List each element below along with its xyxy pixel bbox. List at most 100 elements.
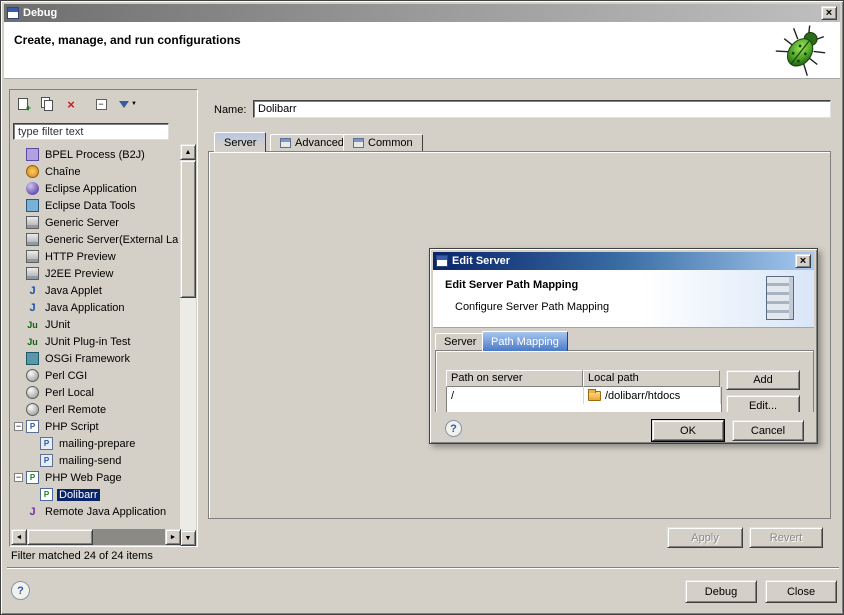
apply-button[interactable]: Apply	[667, 527, 743, 548]
junit-icon: Ju	[26, 318, 39, 331]
tree-item-label: Eclipse Application	[43, 183, 139, 195]
tree-item-label: HTTP Preview	[43, 251, 118, 263]
edit-server-heading: Edit Server Path Mapping	[445, 279, 578, 291]
window-close-button[interactable]: ×	[821, 6, 837, 20]
tree-item-label: JUnit	[43, 319, 72, 331]
revert-button[interactable]: Revert	[749, 527, 823, 548]
tree-item-generic-server[interactable]: Generic Server	[12, 214, 180, 231]
delete-configuration-button[interactable]: ×	[60, 93, 82, 115]
table-row[interactable]: / /dolibarr/htdocs	[447, 387, 721, 404]
dialog-help-button[interactable]: ?	[445, 420, 462, 437]
common-tab-icon	[353, 138, 364, 148]
duplicate-configuration-button[interactable]	[36, 93, 58, 115]
php-exe-icon: P	[40, 437, 53, 450]
tree-item-label: Generic Server	[43, 217, 121, 229]
tree-horizontal-scrollbar[interactable]: ◄ ►	[11, 529, 181, 545]
tree-item-eclipse-data-tools[interactable]: Eclipse Data Tools	[12, 197, 180, 214]
tree-item-label: Generic Server(External La	[43, 234, 180, 246]
tree-item-j2ee-preview[interactable]: J2EE Preview	[12, 265, 180, 282]
dialog-tab-path-mapping-label: Path Mapping	[491, 336, 559, 348]
tree-item-php-web-page[interactable]: −P PHP Web Page	[12, 469, 180, 486]
tree-item-mailing-prepare[interactable]: Pmailing-prepare	[12, 435, 180, 452]
tree-item-label: Dolibarr	[57, 489, 100, 501]
edit-server-subheading: Configure Server Path Mapping	[455, 301, 609, 313]
tree-item-mailing-send[interactable]: Pmailing-send	[12, 452, 180, 469]
eclipse-icon	[26, 182, 39, 195]
debug-button[interactable]: Debug	[685, 580, 757, 603]
tree-item-label: J2EE Preview	[43, 268, 115, 280]
tree-item-junit-plug-in-test[interactable]: JuJUnit Plug-in Test	[12, 333, 180, 350]
server-icon	[26, 233, 39, 246]
tree-item-label: Perl Remote	[43, 404, 108, 416]
java-applet-icon: J	[26, 284, 39, 297]
filter-status: Filter matched 24 of 24 items	[11, 550, 153, 562]
add-mapping-button[interactable]: Add	[726, 370, 800, 390]
filter-input[interactable]	[13, 123, 169, 140]
filter-options-button[interactable]: ▼	[114, 93, 142, 115]
tree-item-perl-local[interactable]: Perl Local	[12, 384, 180, 401]
tree-item-eclipse-application[interactable]: Eclipse Application	[12, 180, 180, 197]
tree-item-http-preview[interactable]: HTTP Preview	[12, 248, 180, 265]
tree-item-osgi-framework[interactable]: OSGi Framework	[12, 350, 180, 367]
window-title: Debug	[23, 7, 57, 19]
scroll-up-icon[interactable]: ▲	[180, 144, 196, 160]
new-config-icon: +	[18, 98, 28, 110]
edit-server-close-button[interactable]: ×	[795, 254, 811, 268]
tree-item-label: Perl CGI	[43, 370, 89, 382]
tree-vertical-scrollbar[interactable]: ▲ ▼	[180, 144, 196, 546]
php-web-icon: P	[26, 471, 39, 484]
debug-configurations-window: Debug × Create, manage, and run configur…	[0, 0, 844, 615]
tab-common[interactable]: Common	[343, 134, 423, 151]
tree-item-java-application[interactable]: J Java Application	[12, 299, 180, 316]
tree-item-php-script[interactable]: −PPHP Script	[12, 418, 180, 435]
window-titlebar[interactable]: Debug ×	[4, 4, 840, 22]
name-input[interactable]	[253, 100, 831, 118]
tree-item-generic-server-external-la[interactable]: Generic Server(External La	[12, 231, 180, 248]
horizontal-scroll-thumb[interactable]	[27, 529, 93, 545]
dialog-tab-path-mapping[interactable]: Path Mapping	[482, 331, 568, 351]
tree-item-label: Chaîne	[43, 166, 82, 178]
edit-server-titlebar[interactable]: Edit Server ×	[433, 252, 814, 270]
tree-item-remote-java-application[interactable]: JRemote Java Application	[12, 503, 180, 520]
tree-item-dolibarr[interactable]: PDolibarr	[12, 486, 180, 503]
collapse-all-button[interactable]: −	[90, 93, 112, 115]
scroll-right-icon[interactable]: ►	[165, 529, 181, 545]
chain-icon	[26, 165, 39, 178]
java-icon: J	[26, 301, 39, 314]
help-button[interactable]: ?	[11, 581, 30, 600]
tree-item-label: PHP Web Page	[43, 472, 124, 484]
tab-server-label: Server	[224, 137, 256, 149]
tree-item-cha-ne[interactable]: Chaîne	[12, 163, 180, 180]
tree-item-bpel-process-b2j-[interactable]: BPEL Process (B2J)	[12, 146, 180, 163]
edit-server-header: Edit Server Path Mapping Configure Serve…	[433, 270, 814, 328]
tree-item-junit[interactable]: Ju JUnit	[12, 316, 180, 333]
tree-expander-icon[interactable]: −	[14, 422, 23, 431]
tab-advanced[interactable]: Advanced	[270, 134, 354, 151]
tree-item-label: JUnit Plug-in Test	[43, 336, 132, 348]
duplicate-config-icon	[41, 97, 54, 111]
dialog-tab-server[interactable]: Server	[435, 333, 485, 350]
edit-server-dialog: Edit Server × Edit Server Path Mapping C…	[429, 248, 818, 444]
tree-item-perl-cgi[interactable]: Perl CGI	[12, 367, 180, 384]
scroll-left-icon[interactable]: ◄	[11, 529, 27, 545]
tree-item-perl-remote[interactable]: Perl Remote	[12, 401, 180, 418]
tree-item-java-applet[interactable]: JJava Applet	[12, 282, 180, 299]
server-icon	[26, 250, 39, 263]
scroll-down-icon[interactable]: ▼	[180, 530, 196, 546]
tree-expander-icon[interactable]: −	[14, 473, 23, 482]
tree-item-label: mailing-send	[57, 455, 123, 467]
cancel-button[interactable]: Cancel	[732, 420, 804, 441]
edit-server-window-icon	[436, 255, 448, 267]
new-configuration-button[interactable]: +	[12, 93, 34, 115]
dialog-button-bar: ? OK Cancel	[433, 412, 814, 442]
ok-button[interactable]: OK	[652, 420, 724, 441]
column-header-local-path[interactable]: Local path	[583, 370, 720, 387]
tree-item-label: Java Application	[43, 302, 127, 314]
close-button[interactable]: Close	[765, 580, 837, 603]
cell-server-path: /	[447, 387, 584, 404]
tab-server[interactable]: Server	[214, 132, 266, 152]
tree-item-label: mailing-prepare	[57, 438, 137, 450]
vertical-scroll-thumb[interactable]	[180, 160, 196, 298]
footer-separator	[7, 567, 839, 569]
column-header-path-on-server[interactable]: Path on server	[446, 370, 583, 387]
